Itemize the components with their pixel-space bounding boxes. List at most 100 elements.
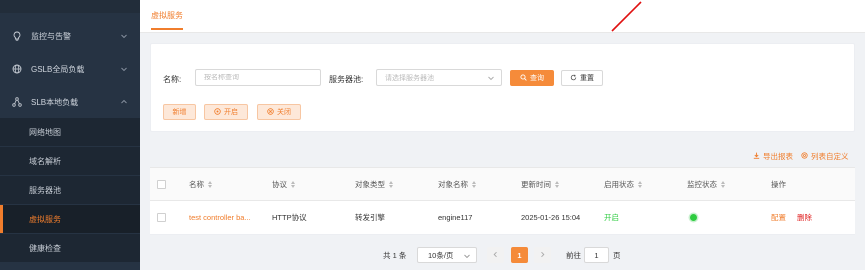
column-header-label: 操作 xyxy=(771,180,786,189)
sidebar-item-health-check[interactable]: 健康检查 xyxy=(0,234,140,262)
table-row: test controller ba... HTTP协议 转发引擎 engine… xyxy=(150,201,855,235)
sidebar-item-server-pool[interactable]: 服务器池 xyxy=(0,176,140,204)
reset-button[interactable]: 重置 xyxy=(561,70,603,86)
reset-button-label: 重置 xyxy=(580,75,594,82)
name-search-field[interactable] xyxy=(204,74,312,81)
server-pool-select[interactable]: 请选择服务器池 xyxy=(376,69,502,86)
sidebar-item-label: 虚拟服务 xyxy=(29,214,61,224)
column-header-label: 名称 xyxy=(189,180,204,189)
chevron-left-icon xyxy=(492,251,499,260)
prev-page-button[interactable] xyxy=(487,247,504,263)
tab-bar: 虚拟服务 xyxy=(140,0,865,33)
row-updated-time: 2025-01-26 15:04 xyxy=(521,213,581,222)
column-header-protocol[interactable]: 协议 xyxy=(272,168,295,201)
server-pool-placeholder: 请选择服务器池 xyxy=(385,74,434,82)
row-object-type: 转发引擎 xyxy=(355,213,385,222)
network-icon xyxy=(12,97,22,107)
chevron-right-icon xyxy=(539,251,546,260)
sort-icon[interactable] xyxy=(472,181,476,188)
sort-icon[interactable] xyxy=(555,181,559,188)
page-size-select[interactable]: 10条/页 xyxy=(417,247,477,263)
next-page-button[interactable] xyxy=(534,247,551,263)
sidebar-group-label: SLB本地负载 xyxy=(31,97,79,107)
tab-virtual-service[interactable]: 虚拟服务 xyxy=(151,10,183,30)
sidebar-top-strip xyxy=(0,0,140,13)
chevron-down-icon xyxy=(120,32,128,40)
status-online-dot xyxy=(690,214,697,221)
sidebar-group-slb[interactable]: SLB本地负载 xyxy=(0,88,140,116)
checkbox-box[interactable] xyxy=(157,213,166,222)
enable-icon xyxy=(214,107,221,117)
table-header: 名称 协议 对象类型 对象名称 更新时间 启用状态 监控状态 操作 xyxy=(150,167,855,201)
server-pool-label: 服务器池: xyxy=(329,75,364,84)
sidebar-group-monitoring[interactable]: 监控与告警 xyxy=(0,22,140,50)
goto-page-input[interactable]: 1 xyxy=(584,247,609,263)
sort-icon[interactable] xyxy=(291,181,295,188)
column-header-updated[interactable]: 更新时间 xyxy=(521,168,559,201)
export-report-label: 导出报表 xyxy=(763,152,793,161)
search-button-label: 查询 xyxy=(530,75,544,82)
disable-button-label: 关闭 xyxy=(277,109,291,116)
filter-panel: 名称: 服务器池: 请选择服务器池 查询 重置 新增 xyxy=(150,43,855,132)
sort-icon[interactable] xyxy=(638,181,642,188)
column-custom-link[interactable]: 列表自定义 xyxy=(801,151,849,162)
name-label: 名称: xyxy=(163,75,182,84)
row-monitor-status xyxy=(690,201,697,234)
column-header-label: 对象名称 xyxy=(438,180,468,189)
row-checkbox[interactable] xyxy=(157,201,166,234)
add-button-label: 新增 xyxy=(172,109,187,116)
column-header-object-type[interactable]: 对象类型 xyxy=(355,168,393,201)
pagination-total: 共 1 条 xyxy=(383,250,407,260)
row-object-name: engine117 xyxy=(438,213,473,222)
page-size-value: 10条/页 xyxy=(428,250,454,260)
column-header-enabled[interactable]: 启用状态 xyxy=(604,168,642,201)
select-all-checkbox[interactable] xyxy=(157,168,166,201)
column-custom-label: 列表自定义 xyxy=(811,152,849,161)
column-header-object-name[interactable]: 对象名称 xyxy=(438,168,476,201)
chevron-down-icon xyxy=(463,252,471,262)
row-config-link[interactable]: 配置 xyxy=(771,201,786,234)
enable-button-label: 开启 xyxy=(224,109,238,116)
sidebar-item-label: 服务器池 xyxy=(29,185,61,195)
column-header-name[interactable]: 名称 xyxy=(189,168,212,201)
sidebar-group-gslb[interactable]: GSLB全局负载 xyxy=(0,55,140,83)
main-content: 虚拟服务 名称: 服务器池: 请选择服务器池 查询 重置 新增 xyxy=(140,0,865,270)
checkbox-box[interactable] xyxy=(157,180,166,189)
sidebar-item-virtual-service[interactable]: 虚拟服务 xyxy=(0,205,140,233)
column-header-label: 协议 xyxy=(272,180,287,189)
disable-button[interactable]: 关闭 xyxy=(257,104,301,120)
settings-icon xyxy=(801,152,808,161)
column-header-label: 启用状态 xyxy=(604,180,634,189)
column-header-label: 更新时间 xyxy=(521,180,551,189)
name-search-input[interactable] xyxy=(195,69,321,86)
sidebar-item-label: 域名解析 xyxy=(29,156,61,166)
sort-icon[interactable] xyxy=(721,181,725,188)
row-enabled-status: 开启 xyxy=(604,213,619,222)
export-report-link[interactable]: 导出报表 xyxy=(753,151,793,162)
row-delete-link[interactable]: 删除 xyxy=(797,201,812,234)
row-name-link[interactable]: test controller ba... xyxy=(189,201,251,234)
disable-icon xyxy=(267,107,274,117)
globe-icon xyxy=(12,64,22,74)
enable-button[interactable]: 开启 xyxy=(204,104,248,120)
column-header-monitor[interactable]: 监控状态 xyxy=(687,168,725,201)
add-button[interactable]: 新增 xyxy=(163,104,196,120)
table-panel: 导出报表 列表自定义 名称 协议 对象类型 对象名称 更新时间 启用状态 监控状… xyxy=(150,145,855,270)
chevron-up-icon xyxy=(120,98,128,106)
search-button[interactable]: 查询 xyxy=(510,70,554,86)
page-number-current[interactable]: 1 xyxy=(511,247,528,263)
sort-icon[interactable] xyxy=(389,181,393,188)
annotation-arrow xyxy=(611,1,642,32)
sidebar-group-label: 监控与告警 xyxy=(31,31,71,41)
sidebar-item-dns[interactable]: 域名解析 xyxy=(0,147,140,175)
row-protocol: HTTP协议 xyxy=(272,213,307,222)
lightbulb-icon xyxy=(12,31,22,41)
sidebar-group-label: GSLB全局负载 xyxy=(31,64,85,74)
search-icon xyxy=(520,73,527,83)
column-header-label: 监控状态 xyxy=(687,180,717,189)
sidebar-item-label: 健康检查 xyxy=(29,243,61,253)
sort-icon[interactable] xyxy=(208,181,212,188)
sidebar-item-network-map[interactable]: 网络地图 xyxy=(0,118,140,146)
goto-label: 前往 xyxy=(566,250,581,260)
sidebar-item-label: 网络地图 xyxy=(29,127,61,137)
